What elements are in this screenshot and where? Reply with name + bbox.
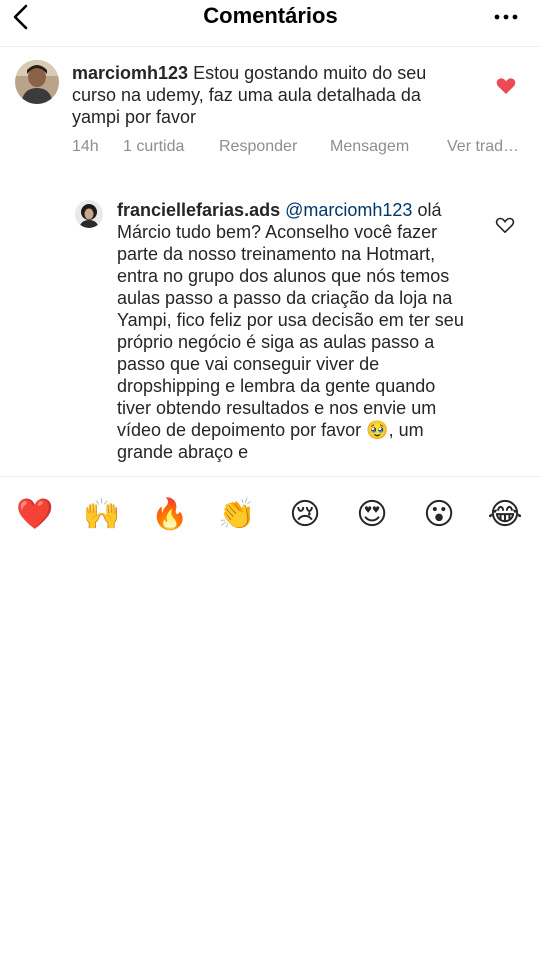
comment-likes-count[interactable]: 1 curtida	[123, 138, 184, 156]
divider	[0, 476, 541, 477]
heart-eyes-emoji-button[interactable]: 😍	[353, 496, 391, 534]
comment-username[interactable]: marciomh123	[72, 63, 188, 83]
translate-button[interactable]: Ver trad…	[447, 138, 519, 156]
reply-like-button[interactable]	[495, 216, 515, 234]
reply-username[interactable]: franciellefarias.ads	[117, 200, 280, 220]
heart-outline-icon	[495, 217, 515, 233]
comment-like-button[interactable]	[496, 77, 516, 95]
page-title: Comentários	[203, 3, 338, 28]
emoji-reaction-bar: ❤️ 🙌 🔥 👏 😢 😍 😮 😂	[0, 488, 541, 544]
laughing-face-emoji-button[interactable]: 😂	[486, 496, 524, 534]
comment-body: marciomh123 Estou gostando muito do seu …	[72, 62, 467, 128]
reply-thread: franciellefarias.ads @marciomh123 olá Má…	[0, 190, 541, 476]
header-bar: Comentários	[0, 0, 541, 47]
reply-body: franciellefarias.ads @marciomh123 olá Má…	[117, 199, 472, 463]
heart-emoji-button[interactable]: ❤️	[16, 496, 54, 534]
reply-button[interactable]: Responder	[219, 138, 297, 156]
raising-hands-emoji-button[interactable]: 🙌	[83, 496, 121, 534]
reply-mention[interactable]: @marciomh123	[285, 200, 412, 220]
avatar[interactable]	[15, 60, 59, 104]
clapping-hands-emoji-button[interactable]: 👏	[218, 496, 256, 534]
more-icon	[494, 14, 518, 20]
fire-emoji-button[interactable]: 🔥	[151, 496, 189, 534]
crying-face-emoji-button[interactable]: 😢	[286, 496, 324, 534]
heart-filled-icon	[496, 78, 516, 94]
surprised-face-emoji-button[interactable]: 😮	[420, 496, 458, 534]
reply-text: olá Márcio tudo bem? Aconselho você faze…	[117, 200, 464, 462]
message-button[interactable]: Mensagem	[330, 138, 409, 156]
reply-avatar[interactable]	[75, 200, 103, 228]
more-options-button[interactable]	[493, 7, 519, 27]
comment-time: 14h	[72, 138, 99, 155]
